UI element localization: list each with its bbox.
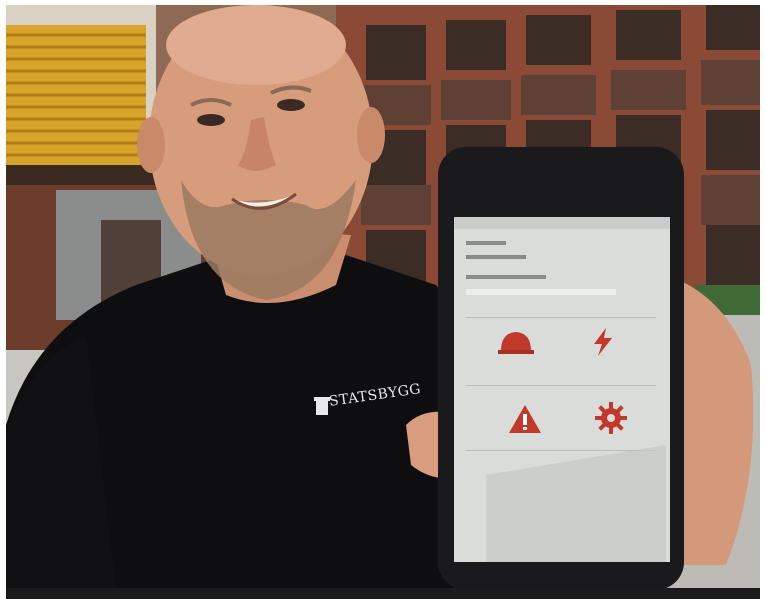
- lightning-icon: [594, 328, 612, 356]
- photo: STATSBYGG: [6, 5, 760, 590]
- tile-gear[interactable]: [594, 401, 628, 435]
- app-tile-grid: [476, 323, 646, 453]
- warning-icon: [509, 405, 541, 433]
- hard-hat-icon: [498, 332, 534, 354]
- tile-warning[interactable]: [508, 403, 542, 435]
- tile-lightning[interactable]: [586, 325, 620, 359]
- photo-scene: [6, 5, 760, 590]
- gear-icon: [595, 402, 627, 434]
- shirt-logo: [314, 397, 330, 415]
- bottom-bar: [6, 588, 760, 599]
- tile-hard-hat[interactable]: [496, 327, 536, 357]
